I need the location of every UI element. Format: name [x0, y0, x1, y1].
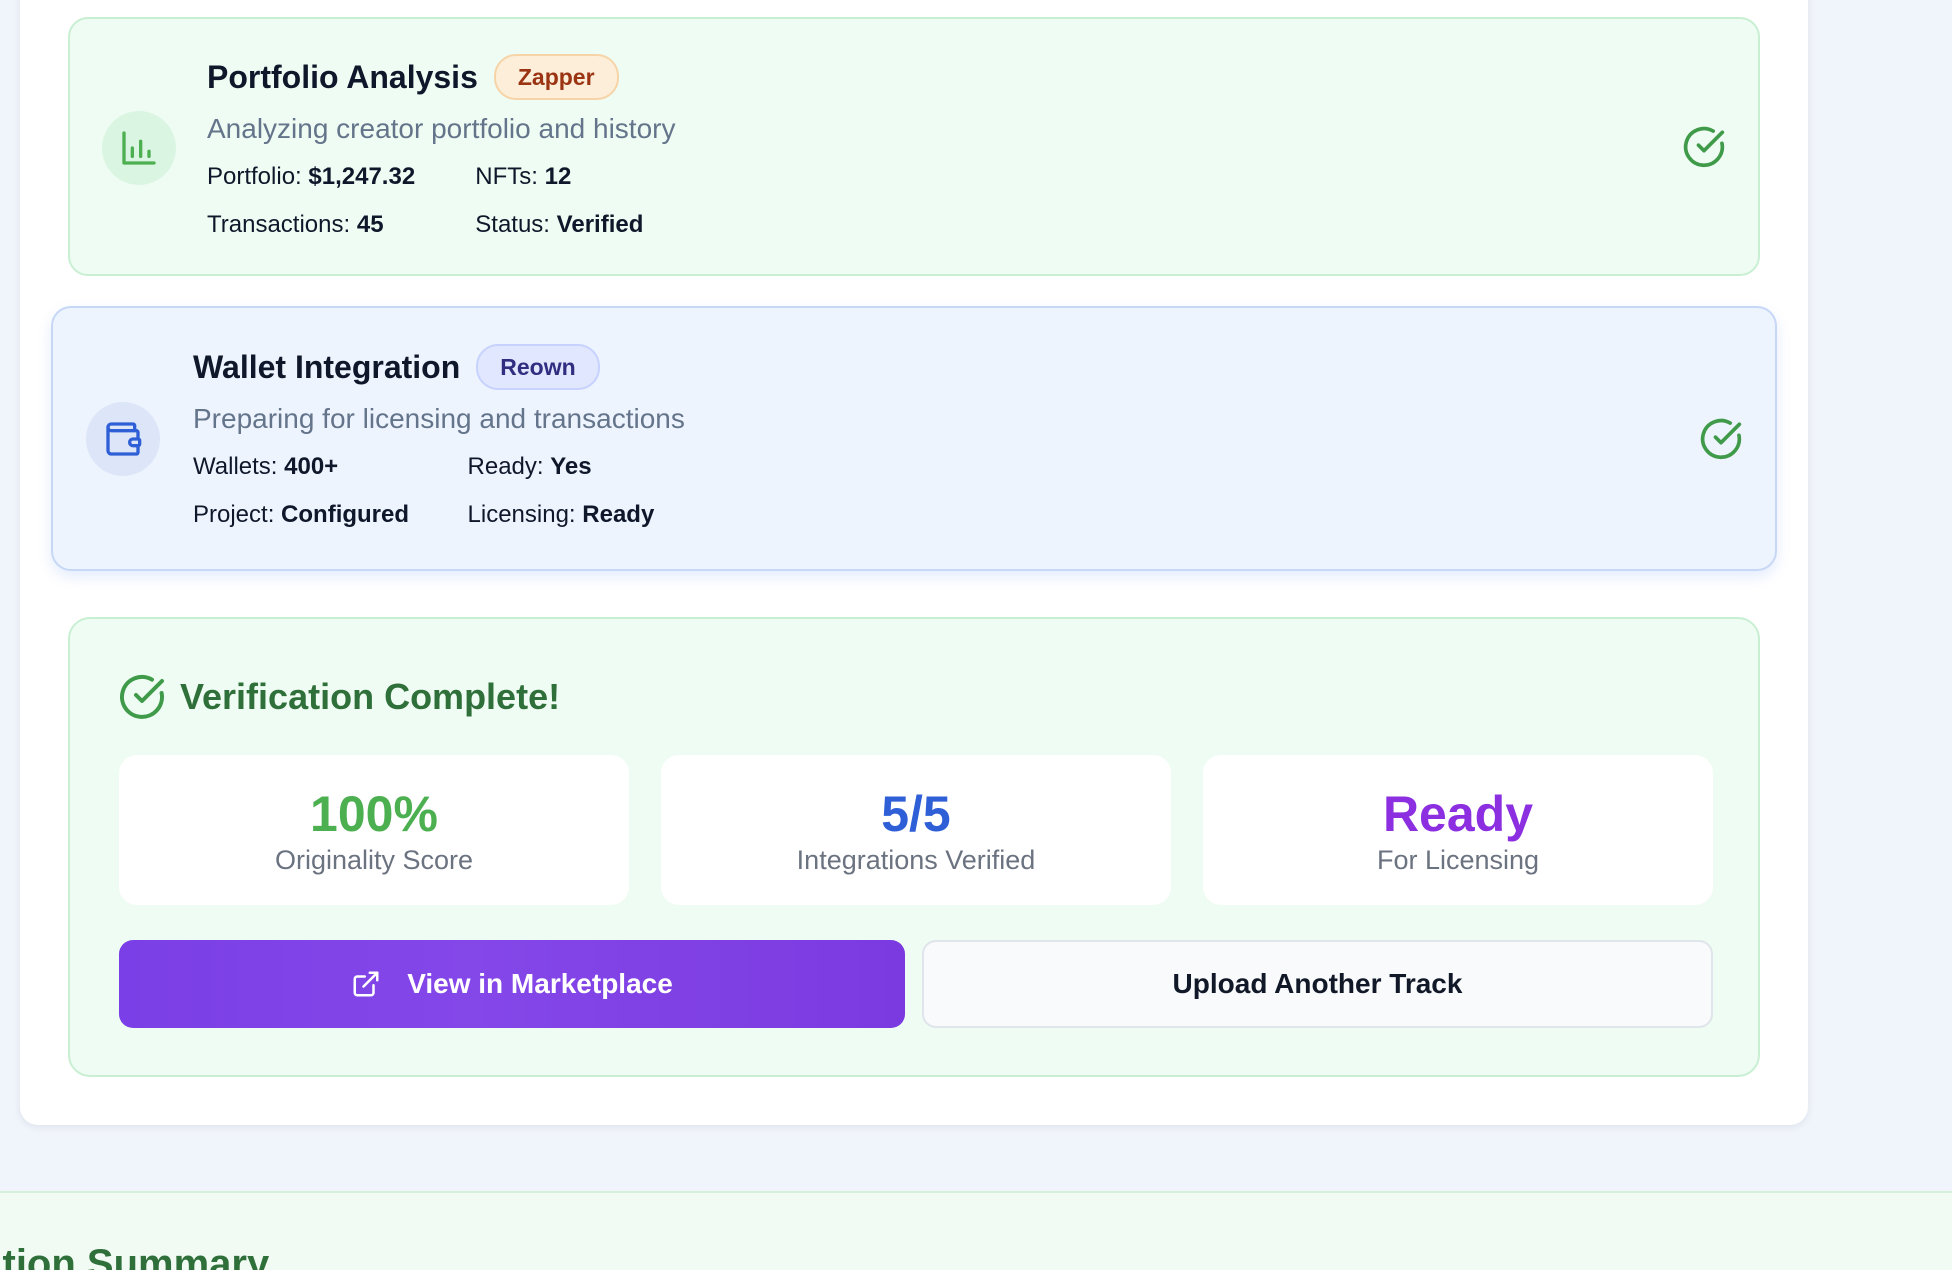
stat-wallets: Wallets: 400+: [193, 453, 339, 480]
provider-badge: Zapper: [493, 54, 619, 100]
stat-project: Project: Configured: [193, 501, 410, 528]
step-title: Wallet Integration: [193, 348, 461, 385]
step-portfolio-analysis: Portfolio Analysis Zapper Analyzing crea…: [68, 17, 1760, 276]
bar-chart-icon: [102, 111, 176, 185]
verification-complete-card: Verification Complete! 100% Originality …: [68, 617, 1760, 1077]
upload-another-track-button[interactable]: Upload Another Track: [922, 940, 1713, 1028]
button-label: View in Marketplace: [407, 968, 673, 999]
stat-status: Status: Verified: [475, 211, 644, 238]
step-description: Analyzing creator portfolio and history: [207, 113, 676, 144]
metric-licensing-status: Ready For Licensing: [1203, 755, 1713, 905]
summary-title: cation Summary: [0, 1242, 270, 1270]
verification-complete-title: Verification Complete!: [180, 676, 561, 717]
stat-transactions: Transactions: 45: [207, 211, 384, 238]
metric-integrations-verified: 5/5 Integrations Verified: [661, 755, 1171, 905]
metric-value: 100%: [310, 785, 438, 842]
check-circle-icon: [120, 674, 164, 719]
provider-badge: Reown: [476, 344, 600, 390]
metric-value: 5/5: [881, 785, 951, 842]
wallet-icon: [86, 402, 160, 476]
metric-label: Originality Score: [274, 844, 474, 875]
verification-summary-section: cation Summary: [0, 1191, 1952, 1270]
metric-value: Ready: [1382, 785, 1534, 842]
check-circle-icon: [1700, 418, 1742, 460]
check-circle-icon: [1683, 126, 1725, 168]
step-title: Portfolio Analysis: [207, 58, 478, 95]
view-in-marketplace-button[interactable]: View in Marketplace: [119, 940, 905, 1028]
metric-originality-score: 100% Originality Score: [119, 755, 629, 905]
step-description: Preparing for licensing and transactions: [193, 403, 685, 434]
stat-ready: Ready: Yes: [467, 453, 592, 480]
stat-licensing: Licensing: Ready: [467, 501, 655, 528]
metric-label: For Licensing: [1376, 844, 1540, 875]
stat-nfts: NFTs: 12: [475, 163, 572, 190]
step-wallet-integration: Wallet Integration Reown Preparing for l…: [51, 306, 1777, 571]
metric-label: Integrations Verified: [796, 844, 1036, 875]
stat-portfolio: Portfolio: $1,247.32: [207, 163, 416, 190]
external-link-icon: [353, 971, 379, 997]
button-label: Upload Another Track: [1172, 968, 1463, 999]
